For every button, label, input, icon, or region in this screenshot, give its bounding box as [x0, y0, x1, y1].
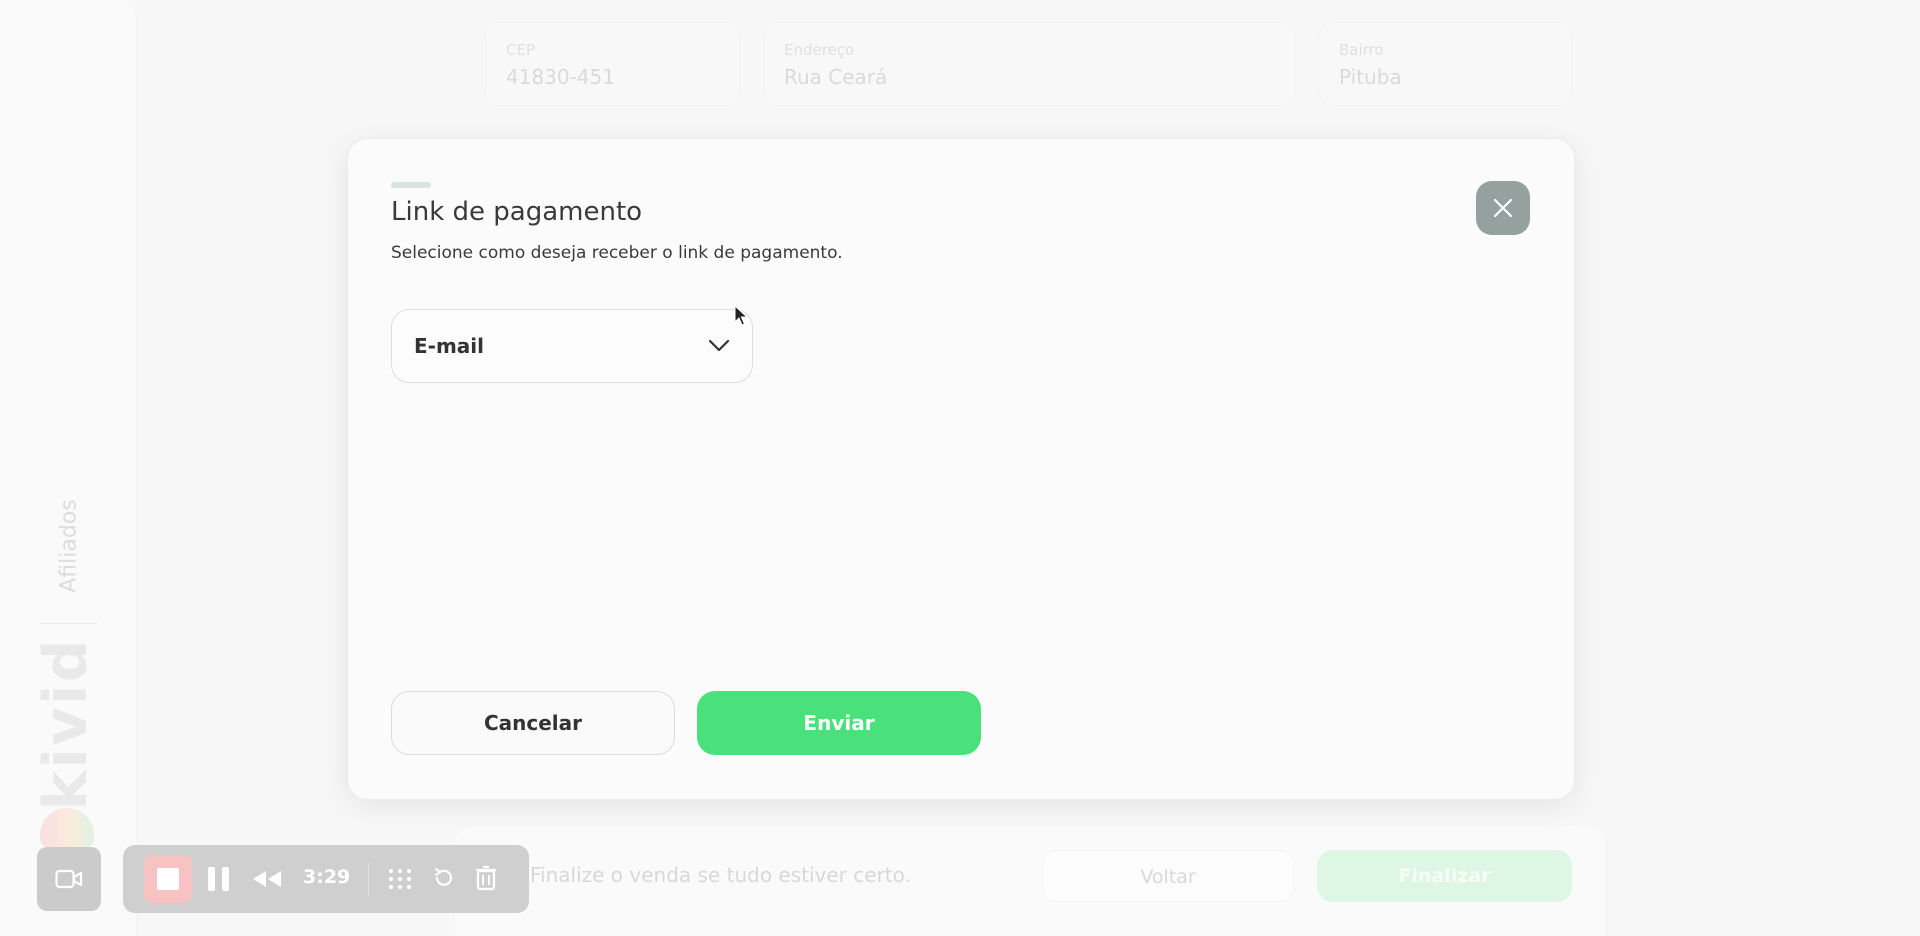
send-button[interactable]: Enviar: [697, 691, 981, 755]
delivery-method-value: E-mail: [414, 334, 485, 358]
modal-title: Link de pagamento: [391, 197, 643, 227]
delivery-method-select[interactable]: E-mail: [391, 309, 753, 383]
mouse-cursor-icon: [734, 305, 748, 326]
cancel-button[interactable]: Cancelar: [391, 691, 675, 755]
modal-accent-bar: [391, 182, 431, 188]
close-button[interactable]: [1476, 181, 1530, 235]
modal-subtitle: Selecione como deseja receber o link de …: [391, 243, 843, 263]
payment-link-modal: Link de pagamento Selecione como deseja …: [347, 138, 1575, 800]
close-icon: [1493, 198, 1513, 218]
chevron-down-icon: [708, 339, 730, 352]
